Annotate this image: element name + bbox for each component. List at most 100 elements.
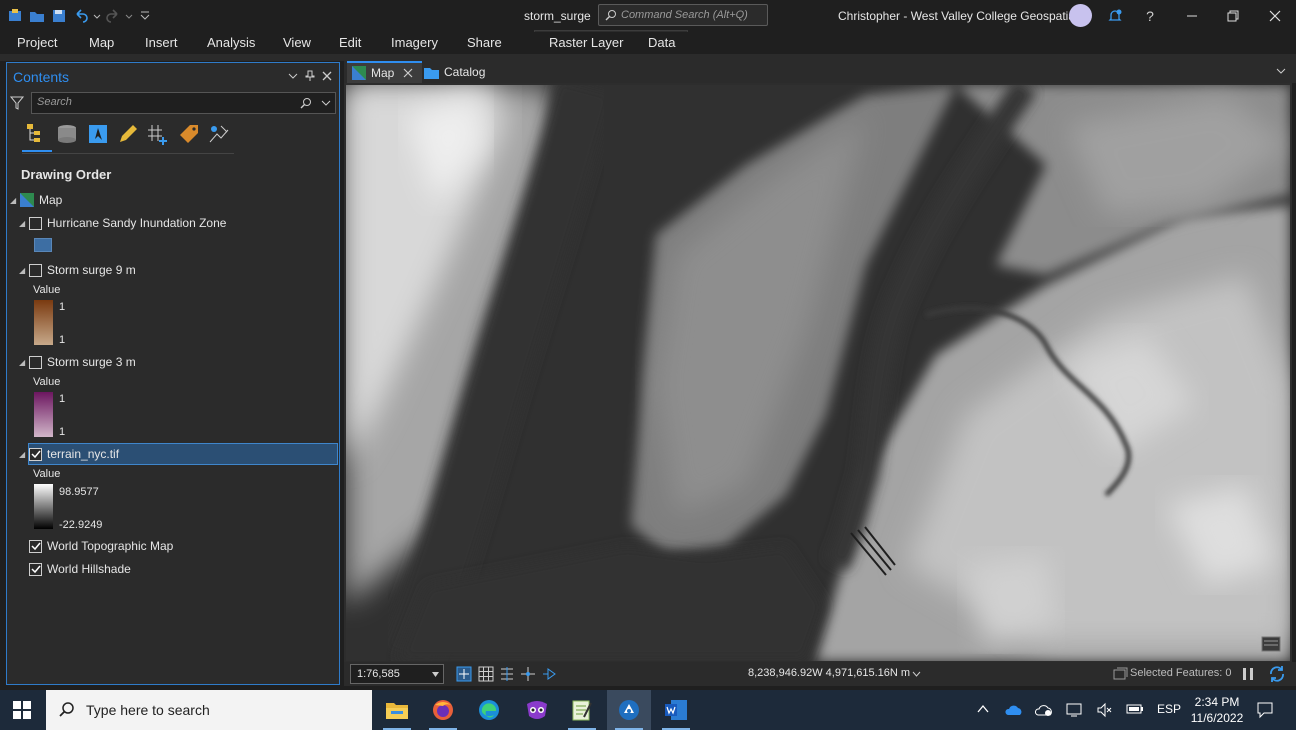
tab-edit[interactable]: Edit [339,35,361,50]
volume-muted-icon[interactable] [1096,702,1112,718]
taskbar-search[interactable]: Type here to search [46,690,372,730]
pin-icon[interactable] [303,69,317,83]
customize-toolbar-icon[interactable] [134,6,156,26]
close-tab-icon[interactable] [403,68,413,78]
collapse-arrow-icon[interactable]: ◢ [10,196,20,205]
avatar[interactable] [1069,4,1092,27]
color-ramp-surge-3m[interactable] [34,392,53,437]
layer-visibility-checkbox[interactable] [29,263,42,277]
map-overview-icon[interactable] [1261,636,1281,652]
edge-icon[interactable] [467,690,511,730]
collapse-arrow-icon[interactable]: ◢ [19,358,29,367]
constraints-icon[interactable] [499,666,515,682]
command-search[interactable] [598,4,768,26]
list-by-editing-icon[interactable] [116,122,140,146]
filter-icon[interactable] [9,96,25,113]
layer-visibility-checkbox[interactable] [29,216,42,230]
word-icon[interactable] [654,690,698,730]
layer-visibility-checkbox[interactable] [29,562,42,576]
collapse-arrow-icon[interactable]: ◢ [19,219,29,228]
contents-search[interactable] [31,92,336,114]
command-search-input[interactable] [621,9,761,21]
layer-row-world-hillshade[interactable]: World Hillshade [29,559,131,579]
collapse-arrow-icon[interactable]: ◢ [19,450,29,459]
cloud-sync-icon[interactable] [1035,703,1053,717]
redo-icon[interactable] [102,6,124,26]
tab-catalog-view[interactable]: Catalog [424,61,485,83]
tab-insert[interactable]: Insert [145,35,178,50]
help-icon[interactable]: ? [1139,5,1161,27]
tab-imagery[interactable]: Imagery [391,35,438,50]
layer-row-terrain-nyc[interactable]: ◢ terrain_nyc.tif [19,444,119,464]
restore-icon[interactable] [1222,5,1244,27]
action-center-icon[interactable] [1256,701,1274,719]
tab-map[interactable]: Map [89,35,114,50]
tab-analysis[interactable]: Analysis [207,35,255,50]
contents-search-input[interactable] [37,96,287,108]
notepad-icon[interactable] [560,690,604,730]
tab-view[interactable]: View [283,35,311,50]
pause-drawing-icon[interactable] [1242,667,1254,681]
file-explorer-icon[interactable] [375,690,419,730]
pane-options-icon[interactable] [286,69,300,83]
input-language[interactable]: ESP [1157,702,1181,716]
tab-list-dropdown-icon[interactable] [1276,68,1286,76]
onedrive-icon[interactable] [1005,704,1023,715]
list-by-selection-icon[interactable] [86,122,110,146]
layer-row-storm-surge-9m[interactable]: ◢ Storm surge 9 m [19,260,136,280]
list-by-snapping-icon[interactable] [146,122,170,146]
list-by-source-icon[interactable] [55,122,79,146]
color-ramp-surge-9m[interactable] [34,300,53,345]
layer-row-hurricane-sandy[interactable]: ◢ Hurricane Sandy Inundation Zone [19,213,226,233]
open-folder-icon[interactable] [26,6,48,26]
tab-share[interactable]: Share [467,35,502,50]
battery-icon[interactable] [1126,703,1144,715]
start-button[interactable] [0,690,44,730]
color-ramp-terrain[interactable] [34,484,53,529]
notifications-icon[interactable] [1104,5,1126,27]
tab-project[interactable]: Project [17,35,57,50]
redo-dropdown-icon[interactable] [124,6,134,26]
undo-dropdown-icon[interactable] [92,6,102,26]
refresh-icon[interactable] [1268,665,1286,683]
list-by-drawing-order-icon[interactable] [25,122,49,146]
signed-in-user[interactable]: Christopher - West Valley College Geospa… [838,9,1078,23]
tab-data[interactable]: Data [648,35,675,50]
scale-dropdown-icon[interactable] [432,672,439,677]
map-scale-selector[interactable]: 1:76,585 [350,664,444,684]
save-icon[interactable] [48,6,70,26]
quick-access-toolbar [4,6,156,26]
close-icon[interactable] [1264,5,1286,27]
show-hidden-icons-icon[interactable] [977,704,989,714]
map-canvas[interactable] [344,83,1292,663]
arcgis-pro-icon[interactable] [607,690,651,730]
discord-like-app-icon[interactable] [515,690,559,730]
new-project-icon[interactable] [4,6,26,26]
undo-icon[interactable] [70,6,92,26]
map-node[interactable]: ◢ Map [10,190,62,210]
firefox-icon[interactable] [421,690,465,730]
system-clock[interactable]: 2:34 PM 11/6/2022 [1188,694,1246,726]
search-options-icon[interactable] [321,100,331,108]
layer-visibility-checkbox[interactable] [29,355,42,369]
layer-visibility-checkbox[interactable] [29,447,42,461]
grid-icon[interactable] [478,666,494,682]
layer-visibility-checkbox[interactable] [29,539,42,553]
snapping-icon[interactable] [520,666,536,682]
close-pane-icon[interactable] [320,69,334,83]
tab-raster-layer[interactable]: Raster Layer [549,35,623,50]
minimize-icon[interactable] [1181,5,1203,27]
list-by-perspective-imagery-icon[interactable] [207,122,231,146]
inundation-symbol-swatch[interactable] [34,238,52,252]
inference-icon[interactable] [541,666,557,682]
tab-map-view[interactable]: Map [347,61,422,83]
list-by-labeling-icon[interactable] [177,122,201,146]
search-icon[interactable] [300,97,312,109]
selected-features-count[interactable]: Selected Features: 0 [1130,667,1232,679]
fixed-zoom-icon[interactable] [456,666,472,682]
network-icon[interactable] [1066,702,1082,718]
collapse-arrow-icon[interactable]: ◢ [19,266,29,275]
layer-row-world-topographic[interactable]: World Topographic Map [29,536,173,556]
layer-row-storm-surge-3m[interactable]: ◢ Storm surge 3 m [19,352,136,372]
coordinate-format-dropdown-icon[interactable] [912,671,921,677]
